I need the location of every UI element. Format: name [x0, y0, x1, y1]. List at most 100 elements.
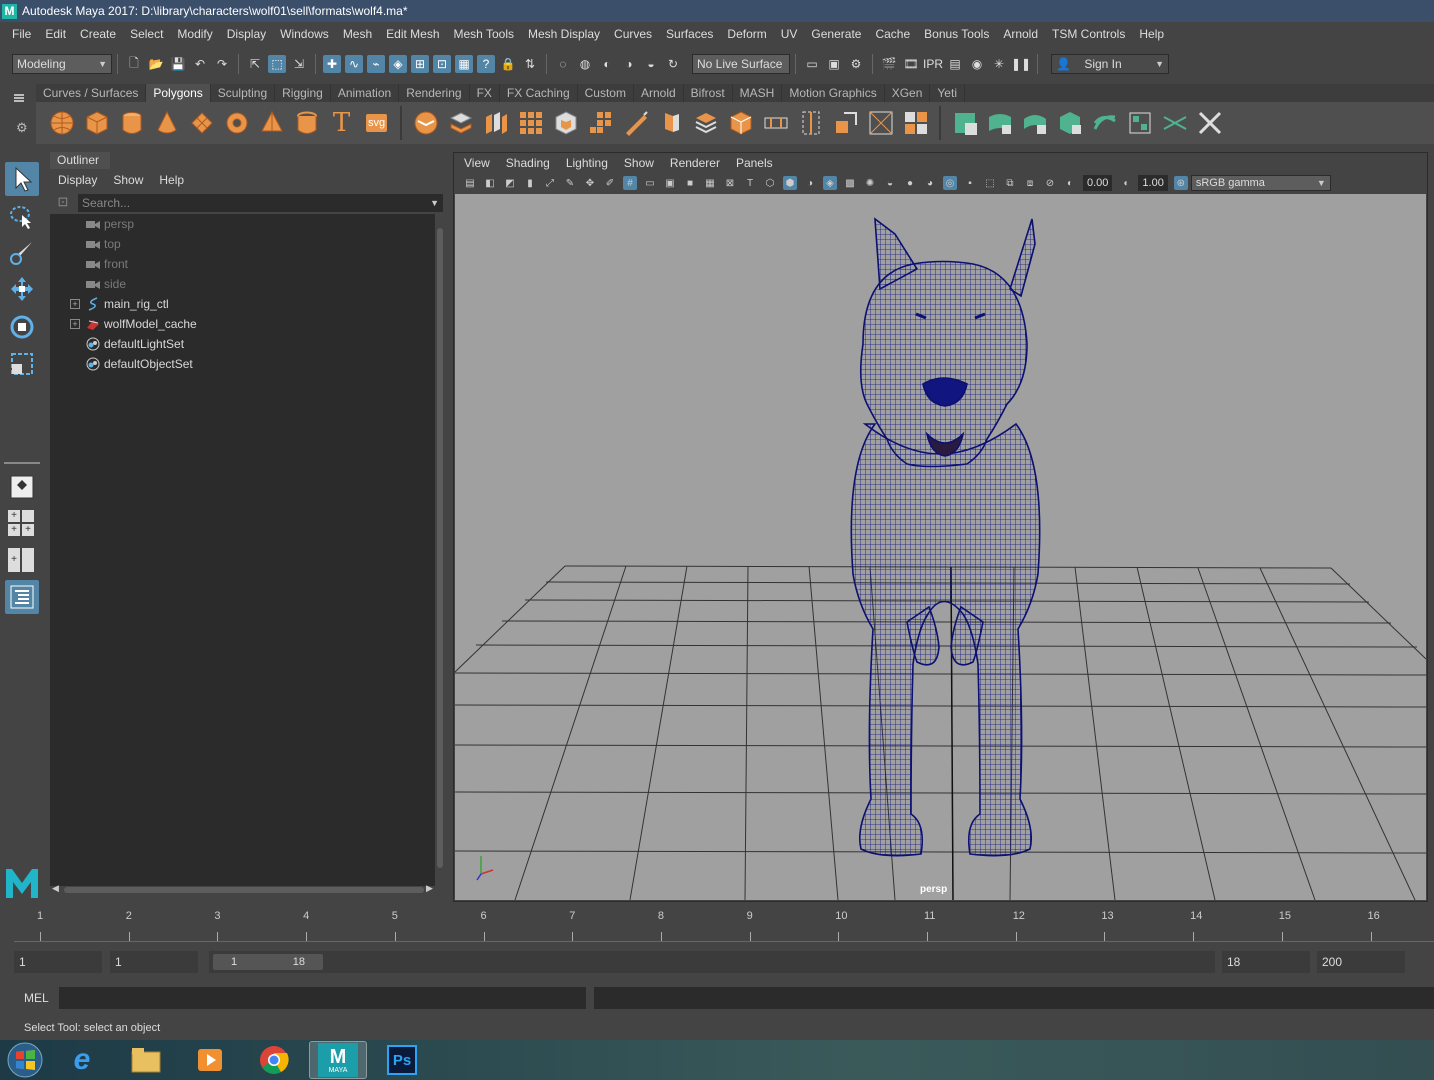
viewport-menu-lighting[interactable]: Lighting	[558, 156, 616, 170]
menu-mesh-tools[interactable]: Mesh Tools	[447, 27, 521, 41]
exposure-field[interactable]: 0.00	[1083, 175, 1113, 191]
snap-curve-icon[interactable]: ∿	[345, 55, 363, 73]
time-slider[interactable]: 1 2 3 4 5 6 7 8 9 10 11 12 13 14 15 16	[0, 904, 1434, 944]
menu-file[interactable]: File	[5, 27, 38, 41]
outliner-item-top[interactable]: top	[50, 234, 430, 254]
tab-sculpting[interactable]: Sculpting	[211, 84, 276, 102]
scroll-right-icon[interactable]: ▶	[426, 883, 433, 894]
tab-custom[interactable]: Custom	[578, 84, 634, 102]
separate-icon[interactable]	[446, 108, 476, 138]
expand-icon[interactable]: +	[70, 319, 80, 329]
undo-icon[interactable]: ↶	[191, 55, 209, 73]
tab-yeti[interactable]: Yeti	[930, 84, 965, 102]
uv-planar-icon[interactable]	[950, 108, 980, 138]
menu-curves[interactable]: Curves	[607, 27, 659, 41]
viewport-menu-shading[interactable]: Shading	[498, 156, 558, 170]
expand-icon[interactable]: +	[70, 299, 80, 309]
command-input[interactable]	[59, 987, 586, 1009]
render-sequence-icon[interactable]: ▤	[946, 55, 964, 73]
uv-layout-icon[interactable]	[1125, 108, 1155, 138]
gamma-icon[interactable]: ◖	[1118, 176, 1132, 190]
poly-plane-icon[interactable]	[187, 108, 217, 138]
scale-tool-icon[interactable]	[5, 347, 39, 381]
offset-edge-icon[interactable]	[831, 108, 861, 138]
scroll-left-icon[interactable]: ◀	[52, 883, 59, 894]
outliner-menu-help[interactable]: Help	[151, 173, 192, 187]
poly-sphere-icon[interactable]	[47, 108, 77, 138]
move-tool-icon[interactable]	[5, 272, 39, 306]
tab-animation[interactable]: Animation	[331, 84, 400, 102]
script-language-toggle[interactable]: MEL	[24, 991, 49, 1005]
grease-pencil-icon[interactable]: ✎	[563, 176, 577, 190]
gate-mask-icon[interactable]: ■	[683, 176, 697, 190]
uv-cylindrical-icon[interactable]	[985, 108, 1015, 138]
xray-active-icon[interactable]: ⧈	[1023, 176, 1037, 190]
menu-display[interactable]: Display	[220, 27, 273, 41]
render-settings-icon[interactable]: ⚙	[847, 55, 865, 73]
render-current-icon[interactable]: 🎞	[902, 55, 920, 73]
xray-joints-icon[interactable]: ⊘	[1043, 176, 1057, 190]
textured-icon[interactable]: ▩	[843, 176, 857, 190]
wireframe-icon[interactable]: ⬡	[763, 176, 777, 190]
media-player-icon[interactable]	[181, 1041, 239, 1079]
select-camera-icon[interactable]: ▤	[463, 176, 477, 190]
menu-surfaces[interactable]: Surfaces	[659, 27, 720, 41]
time-track[interactable]: 1 2 3 4 5 6 7 8 9 10 11 12 13 14 15 16	[14, 910, 1434, 942]
open-scene-icon[interactable]: 📂	[147, 55, 165, 73]
insert-edge-loop-icon[interactable]	[796, 108, 826, 138]
poly-type-icon[interactable]: T	[327, 108, 357, 138]
outliner-layout-icon[interactable]	[5, 580, 39, 614]
tab-bifrost[interactable]: Bifrost	[684, 84, 733, 102]
outliner-menu-display[interactable]: Display	[50, 173, 105, 187]
menu-modify[interactable]: Modify	[170, 27, 219, 41]
uv-unfold-icon[interactable]	[1090, 108, 1120, 138]
color-management-icon[interactable]: ⊛	[1173, 176, 1188, 190]
poly-pipe-icon[interactable]	[292, 108, 322, 138]
outliner-horizontal-scrollbar[interactable]: ◀ ▶	[52, 883, 434, 895]
menu-select[interactable]: Select	[123, 27, 170, 41]
select-component-icon[interactable]: ⇲	[290, 55, 308, 73]
lock-icon[interactable]: 🔒	[499, 55, 517, 73]
depth-of-field-icon[interactable]: ▪	[963, 176, 977, 190]
uv-automatic-icon[interactable]	[1055, 108, 1085, 138]
ipr-render-icon[interactable]: IPR	[923, 55, 943, 73]
exposure-icon[interactable]: ◐	[1063, 176, 1077, 190]
chrome-icon[interactable]	[245, 1041, 303, 1079]
tab-curves-surfaces[interactable]: Curves / Surfaces	[36, 84, 147, 102]
tab-xgen[interactable]: XGen	[885, 84, 931, 102]
symmetry-icon[interactable]: ⇅	[521, 55, 539, 73]
outliner-item-wolfmodel-cache[interactable]: + wolfModel_cache	[50, 314, 430, 334]
isolate-select-icon[interactable]: ⬚	[983, 176, 997, 190]
svg-icon[interactable]: svg	[362, 108, 392, 138]
menu-generate[interactable]: Generate	[804, 27, 868, 41]
chevron-down-icon[interactable]: ▼	[430, 198, 439, 208]
poly-cube-icon[interactable]	[82, 108, 112, 138]
menuset-dropdown[interactable]: Modeling ▼	[12, 54, 112, 74]
outliner-item-defaultobjectset[interactable]: defaultObjectSet	[50, 354, 430, 374]
render-region-icon[interactable]: ▣	[825, 55, 843, 73]
playback-end-field[interactable]: 18	[1222, 951, 1310, 973]
bookmark-icon[interactable]: ◩	[503, 176, 517, 190]
snap-point-icon[interactable]: ⌁	[367, 55, 385, 73]
viewport-menu-show[interactable]: Show	[616, 156, 662, 170]
fill-hole-icon[interactable]	[726, 108, 756, 138]
viewport-3d-scene[interactable]: persp	[455, 194, 1426, 900]
mirror-icon[interactable]	[901, 108, 931, 138]
windows-start-icon[interactable]	[3, 1041, 47, 1079]
outliner-menu-show[interactable]: Show	[105, 173, 151, 187]
paint-select-tool-icon[interactable]	[5, 236, 39, 270]
bevel-icon[interactable]	[551, 108, 581, 138]
outliner-item-side[interactable]: side	[50, 274, 430, 294]
animation-end-field[interactable]: 200	[1317, 951, 1405, 973]
outliner-item-main-rig-ctl[interactable]: + main_rig_ctl	[50, 294, 430, 314]
help-query-icon[interactable]: ?	[477, 55, 495, 73]
extract-icon[interactable]	[481, 108, 511, 138]
2d-pan-zoom-icon[interactable]: ⤢	[543, 176, 557, 190]
menu-edit-mesh[interactable]: Edit Mesh	[379, 27, 446, 41]
uv-spherical-icon[interactable]	[1020, 108, 1050, 138]
menu-arnold[interactable]: Arnold	[996, 27, 1045, 41]
hypershade-icon[interactable]: ◉	[968, 55, 986, 73]
four-view-layout-icon[interactable]: + + +	[8, 510, 36, 538]
tweak-icon[interactable]: ◑	[620, 55, 638, 73]
xray-icon[interactable]: ⧉	[1003, 176, 1017, 190]
